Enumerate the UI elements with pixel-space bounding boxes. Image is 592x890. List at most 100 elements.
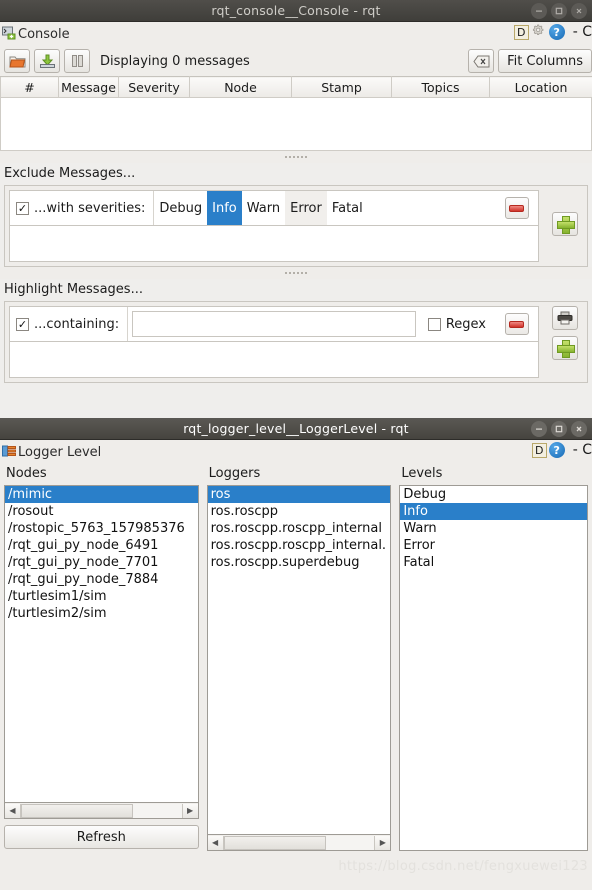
console-plugin-header: Console D ? - C: [0, 22, 592, 46]
gear-icon[interactable]: [531, 24, 547, 40]
remove-filter-icon[interactable]: [504, 197, 529, 219]
desktop: rqt_console__Console - rqt Console D ? -…: [0, 0, 592, 890]
column-header-stamp[interactable]: Stamp: [291, 76, 392, 98]
console-toolbar-right: Fit Columns: [468, 49, 592, 73]
nodes-header: Nodes: [6, 466, 47, 481]
nodes-horizontal-scrollbar[interactable]: ◀ ▶: [4, 803, 199, 819]
nodes-listbox[interactable]: /mimic /rosout /rostopic_5763_157985376 …: [4, 485, 199, 803]
list-item[interactable]: ros: [207, 486, 391, 503]
add-filter-icon[interactable]: [552, 336, 578, 360]
scroll-right-icon[interactable]: ▶: [374, 835, 391, 850]
list-item[interactable]: /turtlesim1/sim: [5, 588, 198, 605]
list-item[interactable]: /mimic: [5, 486, 198, 503]
list-item[interactable]: Fatal: [400, 554, 587, 571]
severity-item-fatal[interactable]: Fatal: [326, 191, 368, 225]
console-window-title: rqt_console__Console - rqt: [211, 3, 381, 18]
maximize-button[interactable]: [551, 421, 567, 437]
list-item[interactable]: /rqt_gui_py_node_6491: [5, 537, 198, 554]
column-header-location[interactable]: Location: [489, 76, 592, 98]
logger-plugin-header: Logger Level D ? - C: [0, 440, 592, 464]
column-header-severity[interactable]: Severity: [118, 76, 190, 98]
remove-filter-icon[interactable]: [504, 313, 529, 335]
highlight-containing-row: ✓ ...containing: Regex: [9, 306, 539, 342]
scroll-track[interactable]: [21, 803, 182, 818]
loggers-column: Loggers ros ros.roscpp ros.roscpp.roscpp…: [206, 464, 392, 851]
highlight-filter-empty-area: [9, 342, 539, 378]
dock-icon[interactable]: D: [531, 442, 547, 458]
plugin-close-text[interactable]: - C: [573, 24, 592, 40]
scroll-thumb[interactable]: [21, 803, 134, 818]
column-header-topics[interactable]: Topics: [391, 76, 490, 98]
close-button[interactable]: [571, 3, 587, 19]
exclude-filter-box: ✓ ...with severities: Debug Info Warn Er…: [4, 185, 588, 267]
nodes-column: Nodes /mimic /rosout /rostopic_5763_1579…: [4, 464, 199, 851]
highlight-enable-checkbox[interactable]: ✓: [16, 317, 29, 331]
list-item[interactable]: ros.roscpp.roscpp_internal.: [208, 537, 391, 554]
exclude-enable-checkbox[interactable]: ✓: [16, 201, 29, 215]
severity-item-info[interactable]: Info: [207, 191, 242, 225]
levels-column: Levels Debug Info Warn Error Fatal: [399, 464, 588, 851]
severity-item-warn[interactable]: Warn: [241, 191, 286, 225]
highlight-side-buttons: [543, 302, 587, 382]
scroll-left-icon[interactable]: ◀: [5, 803, 21, 818]
console-titlebar[interactable]: rqt_console__Console - rqt: [0, 0, 592, 22]
messages-table: # Message Severity Node Stamp Topics Loc…: [0, 76, 592, 98]
list-item[interactable]: /rostopic_5763_157985376: [5, 520, 198, 537]
exclude-section-label: Exclude Messages...: [4, 166, 136, 181]
scroll-left-icon[interactable]: ◀: [207, 835, 224, 850]
maximize-button[interactable]: [551, 3, 567, 19]
list-item[interactable]: ros.roscpp: [208, 503, 391, 520]
list-item[interactable]: /rqt_gui_py_node_7884: [5, 571, 198, 588]
plugin-close-text[interactable]: - C: [573, 442, 592, 458]
list-item[interactable]: /rqt_gui_py_node_7701: [5, 554, 198, 571]
pause-icon[interactable]: [64, 49, 90, 73]
column-header-node[interactable]: Node: [189, 76, 292, 98]
minimize-button[interactable]: [531, 421, 547, 437]
splitter-handle-top[interactable]: [0, 151, 592, 163]
messages-table-header-row: # Message Severity Node Stamp Topics Loc…: [0, 76, 592, 98]
help-icon[interactable]: ?: [548, 442, 565, 458]
scroll-thumb[interactable]: [223, 835, 327, 850]
messages-table-body[interactable]: [0, 98, 592, 151]
column-header-number[interactable]: #: [0, 76, 59, 98]
scroll-track[interactable]: [223, 835, 375, 850]
loggers-listbox[interactable]: ros ros.roscpp ros.roscpp.roscpp_interna…: [206, 485, 392, 835]
logger-window-title: rqt_logger_level__LoggerLevel - rqt: [183, 421, 409, 436]
save-icon[interactable]: [34, 49, 60, 73]
print-icon[interactable]: [552, 306, 578, 330]
logger-titlebar[interactable]: rqt_logger_level__LoggerLevel - rqt: [0, 418, 592, 440]
exclude-filter-inner: ✓ ...with severities: Debug Info Warn Er…: [5, 186, 543, 266]
add-filter-icon[interactable]: [552, 212, 578, 236]
list-item[interactable]: Debug: [400, 486, 587, 503]
highlight-filter-box: ✓ ...containing: Regex: [4, 301, 588, 383]
list-item[interactable]: Warn: [400, 520, 587, 537]
clear-messages-icon[interactable]: [468, 49, 495, 73]
highlight-text-input[interactable]: [132, 311, 416, 337]
list-item[interactable]: /rosout: [5, 503, 198, 520]
column-header-message[interactable]: Message: [58, 76, 119, 98]
dock-icon[interactable]: D: [513, 24, 529, 40]
logger-plugin-icon: [2, 444, 16, 461]
exclude-row-right: [494, 191, 538, 225]
open-folder-icon[interactable]: [4, 49, 30, 73]
minimize-button[interactable]: [531, 3, 547, 19]
list-item[interactable]: Error: [400, 537, 587, 554]
levels-listbox[interactable]: Debug Info Warn Error Fatal: [399, 485, 588, 851]
close-button[interactable]: [571, 421, 587, 437]
regex-checkbox[interactable]: [427, 317, 441, 331]
list-item[interactable]: Info: [400, 503, 587, 520]
list-item[interactable]: ros.roscpp.roscpp_internal: [208, 520, 391, 537]
severity-item-debug[interactable]: Debug: [154, 191, 208, 225]
refresh-button[interactable]: Refresh: [4, 825, 199, 849]
list-item[interactable]: ros.roscpp.superdebug: [208, 554, 391, 571]
help-icon[interactable]: ?: [548, 24, 565, 40]
fit-columns-button[interactable]: Fit Columns: [498, 49, 592, 73]
list-item[interactable]: /turtlesim2/sim: [5, 605, 198, 622]
severity-item-error[interactable]: Error: [285, 191, 327, 225]
scroll-right-icon[interactable]: ▶: [181, 803, 198, 818]
severity-list: Debug Info Warn Error Fatal: [154, 191, 494, 225]
console-plugin-title: Console: [18, 26, 70, 42]
splitter-handle-bottom[interactable]: [0, 267, 592, 279]
loggers-horizontal-scrollbar[interactable]: ◀ ▶: [206, 835, 392, 851]
console-toolbar: Displaying 0 messages Fit Columns: [0, 46, 592, 76]
